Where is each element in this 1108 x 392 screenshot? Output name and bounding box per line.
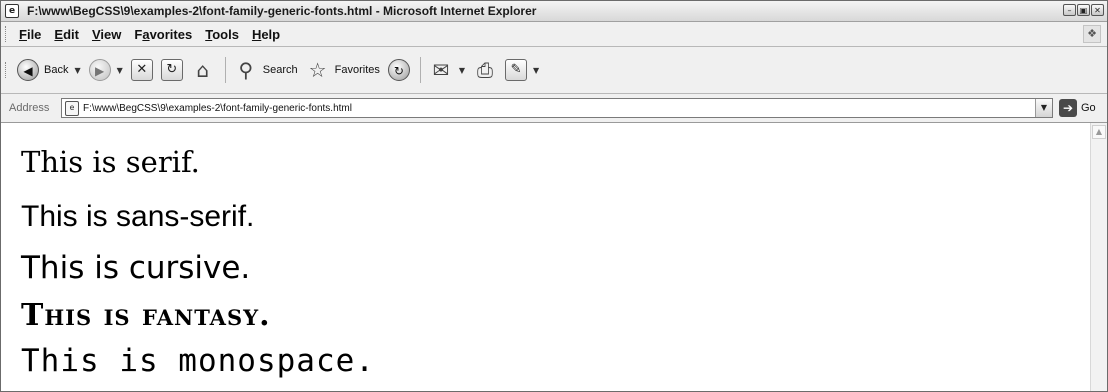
address-label: Address <box>9 102 50 114</box>
toolbar-separator <box>224 57 226 83</box>
browser-window: e F:\www\BegCSS\9\examples-2\font-family… <box>0 0 1108 392</box>
search-label: Search <box>262 64 298 76</box>
close-button[interactable]: ✕ <box>1091 4 1104 16</box>
windows-logo-icon: ❖ <box>1083 25 1101 43</box>
menu-view[interactable]: View <box>92 27 121 42</box>
go-label: Go <box>1081 102 1096 114</box>
scroll-up-icon[interactable]: ▲ <box>1092 125 1106 139</box>
standard-toolbar: ◀ Back ▼ ▶ ▼ ✕ ↻ ⌂ ⚲ Search ☆ Favorites … <box>1 47 1107 94</box>
home-button[interactable]: ⌂ <box>191 58 215 82</box>
mail-icon: ✉ <box>432 58 450 82</box>
refresh-button[interactable]: ↻ <box>160 59 183 81</box>
go-arrow-icon: ➔ <box>1059 99 1077 117</box>
window-controls: – ▣ ✕ <box>1063 4 1104 16</box>
serif-text: This is serif. <box>21 145 200 179</box>
search-icon: ⚲ <box>238 58 254 82</box>
toolbar-grip[interactable] <box>5 62 9 78</box>
menu-file[interactable]: File <box>19 27 41 42</box>
fantasy-text: This is fantasy. <box>21 298 271 333</box>
search-button[interactable]: ⚲ Search <box>234 58 298 82</box>
window-title: F:\www\BegCSS\9\examples-2\font-family-g… <box>27 4 537 18</box>
menu-favorites[interactable]: Favorites <box>134 27 192 42</box>
print-button[interactable]: ⎙ <box>473 58 497 82</box>
page-icon: e <box>65 100 79 116</box>
forward-arrow-icon: ▶ <box>88 59 111 81</box>
address-dropdown-icon[interactable]: ▼ <box>1035 99 1052 117</box>
home-icon: ⌂ <box>196 58 210 82</box>
mail-button[interactable]: ✉ ▼ <box>429 58 466 82</box>
vertical-scrollbar[interactable]: ▲ <box>1090 123 1107 391</box>
chevron-down-icon[interactable]: ▼ <box>117 66 123 75</box>
menu-help[interactable]: Help <box>252 27 280 42</box>
back-button[interactable]: ◀ Back ▼ <box>17 59 81 81</box>
monospace-text: This is monospace. <box>21 343 375 379</box>
history-icon: ↻ <box>387 59 410 81</box>
menu-bar: File Edit View Favorites Tools Help ❖ <box>1 22 1107 47</box>
back-label: Back <box>44 64 69 76</box>
favorites-button[interactable]: ☆ Favorites <box>306 58 380 82</box>
address-field[interactable]: e ▼ <box>61 98 1053 118</box>
print-icon: ⎙ <box>477 58 494 82</box>
chevron-down-icon[interactable]: ▼ <box>533 66 539 75</box>
edit-icon: ✎ <box>505 59 528 81</box>
favorites-label: Favorites <box>334 64 380 76</box>
stop-button[interactable]: ✕ <box>130 59 153 81</box>
page-content: This is serif. This is sans-serif. This … <box>1 123 1091 391</box>
edit-button[interactable]: ✎ ▼ <box>505 59 539 81</box>
minimize-button[interactable]: – <box>1063 4 1076 16</box>
cursive-text: This is cursive. <box>21 250 251 286</box>
go-button[interactable]: ➔ Go <box>1059 99 1096 117</box>
toolbar-separator <box>419 57 421 83</box>
address-input[interactable] <box>83 100 1013 116</box>
favorites-star-icon: ☆ <box>308 58 327 82</box>
menu-tools[interactable]: Tools <box>205 27 239 42</box>
chevron-down-icon[interactable]: ▼ <box>74 66 80 75</box>
forward-button[interactable]: ▶ ▼ <box>88 59 123 81</box>
address-bar: Address e ▼ ➔ Go <box>1 94 1107 123</box>
toolbar-grip[interactable] <box>5 26 9 42</box>
maximize-button[interactable]: ▣ <box>1077 4 1090 16</box>
sans-serif-text: This is sans-serif. <box>21 200 255 233</box>
history-button[interactable]: ↻ <box>387 59 410 81</box>
title-bar: e F:\www\BegCSS\9\examples-2\font-family… <box>1 1 1107 22</box>
back-arrow-icon: ◀ <box>17 59 39 81</box>
stop-icon: ✕ <box>130 59 153 81</box>
refresh-icon: ↻ <box>160 59 183 81</box>
menu-edit[interactable]: Edit <box>54 27 79 42</box>
ie-icon[interactable]: e <box>5 4 19 18</box>
chevron-down-icon[interactable]: ▼ <box>459 66 465 75</box>
